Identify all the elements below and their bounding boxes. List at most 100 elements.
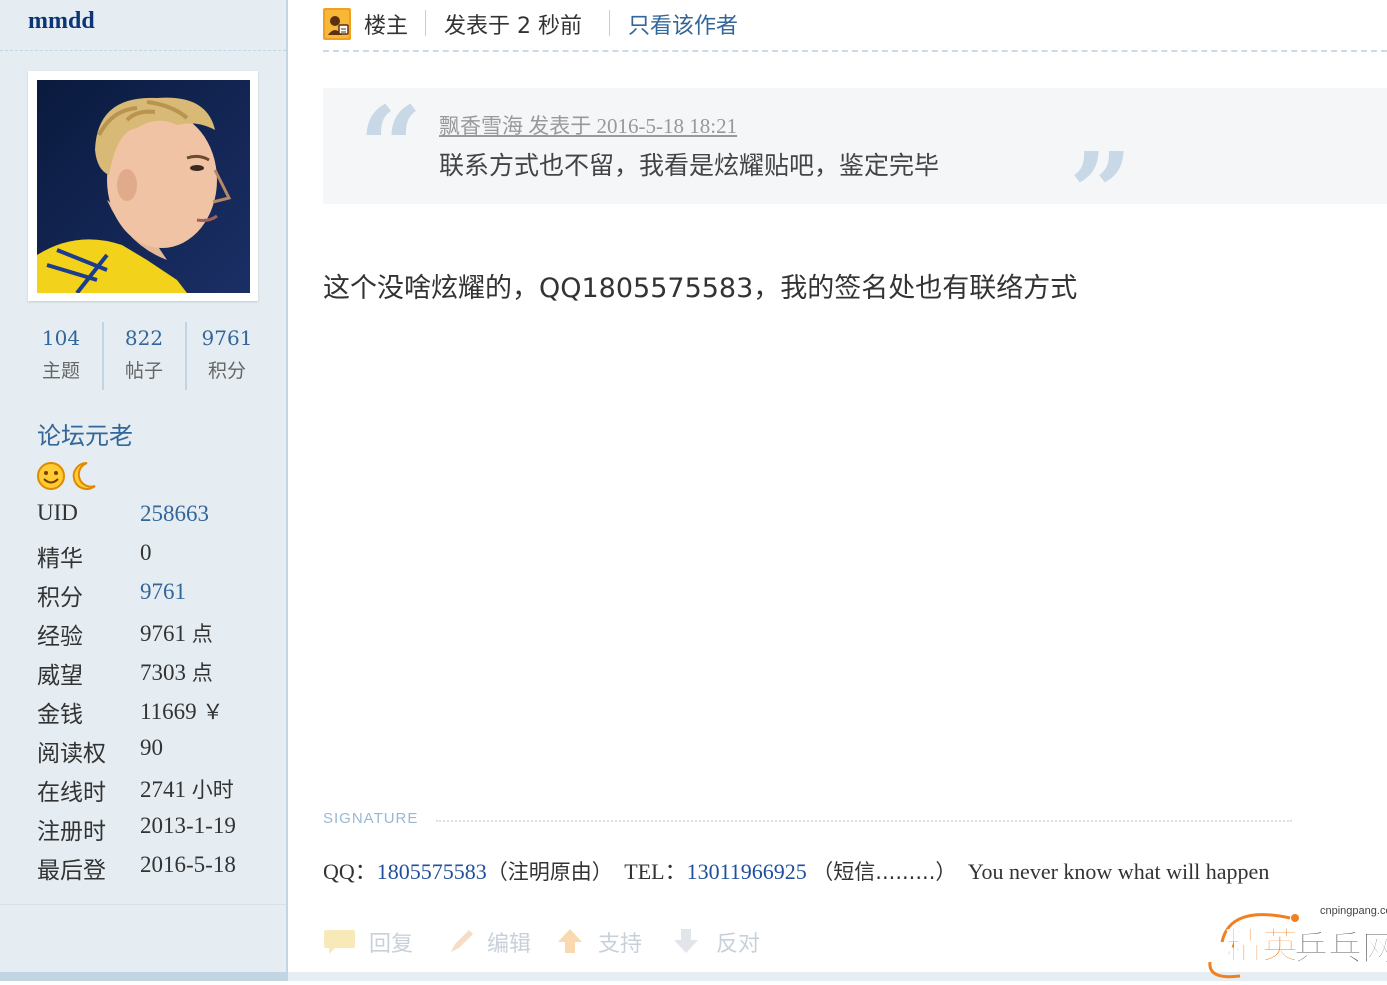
- watermark-site: cnpingpang.com: [1320, 905, 1387, 917]
- info-key: 积分: [37, 585, 83, 611]
- reply-button[interactable]: 回复: [323, 922, 423, 962]
- user-stats: 104 主题 822 帖子 9761 积分: [20, 322, 270, 392]
- quote-block: “ 飘香雪海 发表于 2016-5-18 18:21 联系方式也不留，我看是炫耀…: [323, 82, 1387, 248]
- user-sidebar: mmdd 104 主题 822 帖子 9761 积分 论坛元老 UID 2586…: [0, 0, 288, 981]
- info-key: 在线时: [37, 780, 106, 806]
- value-number: 7303: [140, 660, 186, 685]
- info-read-perm: 阅读权 90: [37, 734, 277, 773]
- stat-label: 主题: [41, 360, 80, 382]
- reply-label: 回复: [369, 932, 414, 957]
- info-value: 0: [140, 540, 152, 565]
- divider: [609, 10, 610, 36]
- divider: [436, 820, 1292, 822]
- user-info-table: UID 258663 精华 0 积分 9761 经验 9761 点 威望 730…: [37, 500, 277, 890]
- stat-label: 帖子: [124, 360, 163, 382]
- value-number: 11669: [140, 699, 197, 724]
- signature-label: SIGNATURE: [323, 810, 419, 827]
- sig-qq-label: QQ：: [323, 859, 377, 884]
- sig-tel-label: TEL：: [624, 859, 687, 884]
- watermark-brand-b: 乒乓网: [1294, 929, 1387, 969]
- quote-source-link[interactable]: 飘香雪海 发表于 2016-5-18 18:21: [439, 110, 737, 140]
- info-value: 2741 小时: [140, 774, 234, 804]
- info-value: 90: [140, 735, 163, 760]
- value-unit: 点: [191, 622, 213, 646]
- info-reg: 注册时 2013-1-19: [37, 812, 277, 851]
- sig-tel-note: （短信.........）: [812, 860, 957, 884]
- stat-value: 822: [124, 326, 164, 350]
- info-last-login: 最后登 2016-5-18: [37, 851, 277, 890]
- post-main: 楼主 发表于 2 秒前 只看该作者 “ 飘香雪海 发表于 2016-5-18 1…: [288, 0, 1387, 981]
- arrow-down-icon: [674, 929, 698, 953]
- info-digest: 精华 0: [37, 539, 277, 578]
- close-quote-icon: ”: [1069, 128, 1133, 257]
- value-number: 9761: [140, 621, 186, 646]
- divider: [425, 10, 426, 36]
- avatar[interactable]: [28, 71, 258, 301]
- arrow-up-icon: [558, 929, 582, 953]
- thread-owner-icon: [323, 8, 351, 40]
- info-value: 7303 点: [140, 657, 213, 687]
- stat-threads[interactable]: 104 主题: [20, 322, 104, 390]
- info-key: 经验: [37, 624, 83, 650]
- crescent-moon-icon: [72, 461, 96, 490]
- stat-value: 9761: [201, 326, 253, 350]
- user-group-link[interactable]: 论坛元老: [37, 416, 133, 451]
- oppose-label: 反对: [716, 932, 761, 957]
- info-key: UID: [37, 500, 78, 525]
- info-value: 2013-1-19: [140, 813, 236, 838]
- info-key: 金钱: [37, 702, 83, 728]
- info-uid: UID 258663: [37, 500, 277, 539]
- divider: [0, 50, 286, 51]
- info-key: 威望: [37, 663, 83, 689]
- info-key: 精华: [37, 546, 83, 572]
- info-key: 最后登: [37, 858, 106, 884]
- support-label: 支持: [598, 932, 643, 957]
- post-time: 发表于 2 秒前: [444, 14, 582, 39]
- edit-label: 编辑: [487, 932, 532, 957]
- sig-qq-number: 1805575583: [376, 859, 487, 884]
- info-key: 阅读权: [37, 741, 106, 767]
- oppose-button[interactable]: 反对: [671, 922, 771, 962]
- info-value: 9761 点: [140, 618, 213, 648]
- stat-value: 104: [41, 326, 81, 350]
- info-money: 金钱 11669 ￥: [37, 695, 277, 734]
- sig-qq-note: （注明原由）: [486, 860, 613, 884]
- value-unit: 点: [191, 661, 213, 685]
- info-value-uid[interactable]: 258663: [140, 501, 209, 527]
- stat-credits[interactable]: 9761 积分: [186, 322, 268, 390]
- username-link[interactable]: mmdd: [28, 8, 95, 35]
- sig-tel-number: 13011966925: [686, 859, 807, 884]
- open-quote-icon: “: [359, 82, 423, 211]
- pencil-icon: [451, 930, 473, 952]
- info-value: 11669 ￥: [140, 696, 223, 726]
- medals: [37, 460, 97, 492]
- info-online: 在线时 2741 小时: [37, 773, 277, 812]
- avatar-image: [37, 80, 250, 293]
- value-number: 2741: [140, 777, 186, 802]
- only-author-link[interactable]: 只看该作者: [628, 8, 738, 40]
- quote-text: 联系方式也不留，我看是炫耀贴吧，鉴定完毕: [439, 151, 940, 180]
- info-key: 注册时: [37, 819, 106, 845]
- post-content: 这个没啥炫耀的，QQ1805575583，我的签名处也有联络方式: [323, 273, 1078, 304]
- info-value: 2016-5-18: [140, 852, 236, 877]
- divider: [0, 972, 286, 981]
- divider: [323, 50, 1387, 52]
- owner-label: 楼主: [364, 14, 409, 39]
- watermark-brand-a: 精英: [1226, 926, 1299, 967]
- info-credits: 积分 9761: [37, 578, 277, 617]
- info-prestige: 威望 7303 点: [37, 656, 277, 695]
- info-value-credits[interactable]: 9761: [140, 579, 186, 605]
- site-watermark-logo: cnpingpang.com 精英 乒乓网: [1200, 900, 1387, 981]
- info-exp: 经验 9761 点: [37, 617, 277, 656]
- stat-label: 积分: [207, 360, 246, 382]
- divider: [0, 904, 286, 905]
- smiley-face-icon: [37, 462, 65, 490]
- sig-tagline: You never know what will happen: [967, 859, 1270, 884]
- reply-icon: [324, 930, 355, 954]
- stat-posts[interactable]: 822 帖子: [103, 322, 187, 390]
- edit-button[interactable]: 编辑: [447, 922, 547, 962]
- value-unit: 小时: [191, 778, 234, 802]
- signature: QQ：1805575583（注明原由） TEL：13011966925 （短信.…: [323, 854, 1269, 886]
- value-unit: ￥: [202, 700, 224, 724]
- support-button[interactable]: 支持: [555, 922, 655, 962]
